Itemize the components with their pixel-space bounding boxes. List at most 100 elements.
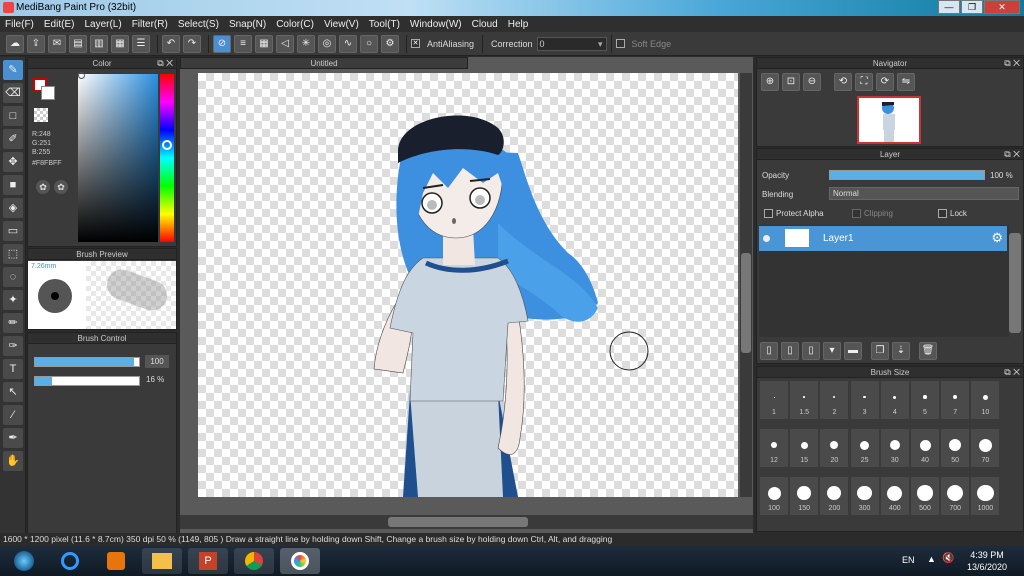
visibility-icon[interactable]	[763, 235, 770, 242]
comment-icon[interactable]: ✉	[48, 34, 66, 53]
brush-size-option[interactable]: 200	[820, 477, 849, 515]
minimize-button[interactable]: —	[938, 0, 960, 14]
magic-wand-tool-icon[interactable]: ✦	[3, 290, 23, 310]
menu-tool[interactable]: Tool(T)	[369, 19, 400, 30]
ie-icon[interactable]	[50, 548, 90, 574]
brush-size-option[interactable]: 1.5	[790, 381, 819, 419]
hand-tool-icon[interactable]: ✋	[3, 451, 23, 471]
new-folder-icon[interactable]: ▬	[844, 342, 862, 360]
start-button[interactable]	[4, 548, 44, 574]
brush-size-value[interactable]: 100	[145, 355, 169, 368]
brush-size-option[interactable]: 50	[941, 429, 970, 467]
bucket-tool-icon[interactable]: ◈	[3, 198, 23, 218]
chrome-icon[interactable]	[234, 548, 274, 574]
brush-opacity-slider[interactable]	[34, 376, 140, 386]
navigator-close-icon[interactable]: ⧉ ✕	[1004, 58, 1020, 69]
horizontal-scrollbar[interactable]	[180, 515, 753, 529]
restore-button[interactable]: ❐	[961, 0, 983, 14]
brush-size-option[interactable]: 40	[911, 429, 939, 467]
lock-checkbox[interactable]	[938, 209, 947, 218]
document-tab[interactable]: Untitled	[180, 57, 468, 69]
menu-edit[interactable]: Edit(E)	[44, 19, 75, 30]
layer-list-scrollbar[interactable]	[1009, 233, 1021, 333]
hue-slider[interactable]	[160, 74, 174, 242]
brush-size-option[interactable]: 400	[880, 477, 909, 515]
menu-filter[interactable]: Filter(R)	[132, 19, 168, 30]
brush-size-option[interactable]: 2	[820, 381, 849, 419]
eyedropper-tool-icon[interactable]: ✒	[3, 428, 23, 448]
volume-icon[interactable]: 🔇	[942, 553, 954, 564]
brush-size-slider[interactable]	[34, 357, 140, 367]
saturation-value-picker[interactable]	[78, 74, 158, 242]
layer-settings-icon[interactable]: ⚙	[991, 230, 1003, 246]
layer-item[interactable]: Layer1 ⚙	[759, 226, 1007, 251]
close-button[interactable]: ✕	[984, 0, 1020, 14]
snap-off-icon[interactable]: ⊘	[213, 34, 231, 53]
menu-snap[interactable]: Snap(N)	[229, 19, 266, 30]
duplicate-layer-icon[interactable]: ❐	[871, 342, 889, 360]
snap-grid-icon[interactable]: ▦	[255, 34, 273, 53]
brush-size-option[interactable]: 20	[820, 429, 849, 467]
menu-color[interactable]: Color(C)	[276, 19, 314, 30]
rotate-right-icon[interactable]: ⟳	[876, 73, 894, 91]
operation-tool-icon[interactable]: ↖	[3, 382, 23, 402]
menu-file[interactable]: File(F)	[5, 19, 34, 30]
correction-select[interactable]: 0	[536, 36, 607, 51]
move-tool-icon[interactable]: ✥	[3, 152, 23, 172]
navigator-thumbnail[interactable]	[857, 96, 921, 144]
layers-icon[interactable]: ☰	[132, 34, 150, 53]
divide-tool-icon[interactable]: ⁄	[3, 405, 23, 425]
protect-alpha-checkbox[interactable]	[764, 209, 773, 218]
drawing-canvas[interactable]	[198, 73, 738, 497]
zoom-in-icon[interactable]: ⊕	[761, 73, 779, 91]
layer-opacity-slider[interactable]	[829, 170, 985, 180]
brush-size-close-icon[interactable]: ⧉ ✕	[1004, 367, 1020, 378]
menu-view[interactable]: View(V)	[324, 19, 359, 30]
delete-layer-icon[interactable]: 🗑	[919, 342, 937, 360]
snap-parallel-icon[interactable]: ≡	[234, 34, 252, 53]
fit-screen-icon[interactable]: ⛶	[855, 73, 873, 91]
blending-select[interactable]: Normal	[829, 187, 1019, 200]
shape-fill-tool-icon[interactable]: ■	[3, 175, 23, 195]
brush-size-option[interactable]: 3	[850, 381, 879, 419]
clipping-checkbox[interactable]	[852, 209, 861, 218]
powerpoint-icon[interactable]: P	[188, 548, 228, 574]
brush-size-option[interactable]: 1000	[971, 477, 1000, 515]
rotate-left-icon[interactable]: ⟲	[834, 73, 852, 91]
menu-help[interactable]: Help	[508, 19, 529, 30]
select-pen-tool-icon[interactable]: ✏	[3, 313, 23, 333]
merge-layer-icon[interactable]: ⇣	[892, 342, 910, 360]
gradient-tool-icon[interactable]: ▭	[3, 221, 23, 241]
new-8bit-layer-icon[interactable]: ▯	[802, 342, 820, 360]
cloud-icon[interactable]: ☁	[6, 34, 24, 53]
snap-circle-icon[interactable]: ◎	[318, 34, 336, 53]
zoom-fit-icon[interactable]: ⊡	[782, 73, 800, 91]
transparent-color-swatch[interactable]	[34, 108, 48, 122]
snap-settings-icon[interactable]: ⚙	[381, 34, 399, 53]
brush-size-option[interactable]: 10	[971, 381, 1000, 419]
eraser-tool-icon[interactable]: ⌫	[3, 83, 23, 103]
dot-tool-icon[interactable]: □	[3, 106, 23, 126]
document-icon[interactable]: ▥	[90, 34, 108, 53]
snap-ellipse-icon[interactable]: ○	[360, 34, 378, 53]
panel-close-icon[interactable]: ⧉ ✕	[157, 58, 173, 69]
soft-edge-checkbox[interactable]	[615, 39, 625, 48]
share-icon[interactable]: ⇪	[27, 34, 45, 53]
background-color-swatch[interactable]	[41, 86, 55, 100]
media-player-icon[interactable]	[96, 548, 136, 574]
antialiasing-checkbox[interactable]: ✕	[411, 39, 420, 48]
flip-icon[interactable]: ⇋	[897, 73, 915, 91]
brush-size-option[interactable]: 500	[911, 477, 939, 515]
snap-radial-icon[interactable]: ✳	[297, 34, 315, 53]
brush-size-option[interactable]: 7	[941, 381, 970, 419]
blur-tool-icon[interactable]: ✐	[3, 129, 23, 149]
brush-size-option[interactable]: 15	[790, 429, 819, 467]
layer-close-icon[interactable]: ⧉ ✕	[1004, 149, 1020, 160]
zoom-out-icon[interactable]: ⊖	[803, 73, 821, 91]
new-halftone-layer-icon[interactable]: ▯	[781, 342, 799, 360]
hue-handle[interactable]	[162, 140, 172, 150]
new-layer-menu-icon[interactable]: ▾	[823, 342, 841, 360]
brush-size-option[interactable]: 700	[941, 477, 970, 515]
brush-tool-icon[interactable]: ✎	[3, 60, 23, 80]
menu-select[interactable]: Select(S)	[178, 19, 219, 30]
